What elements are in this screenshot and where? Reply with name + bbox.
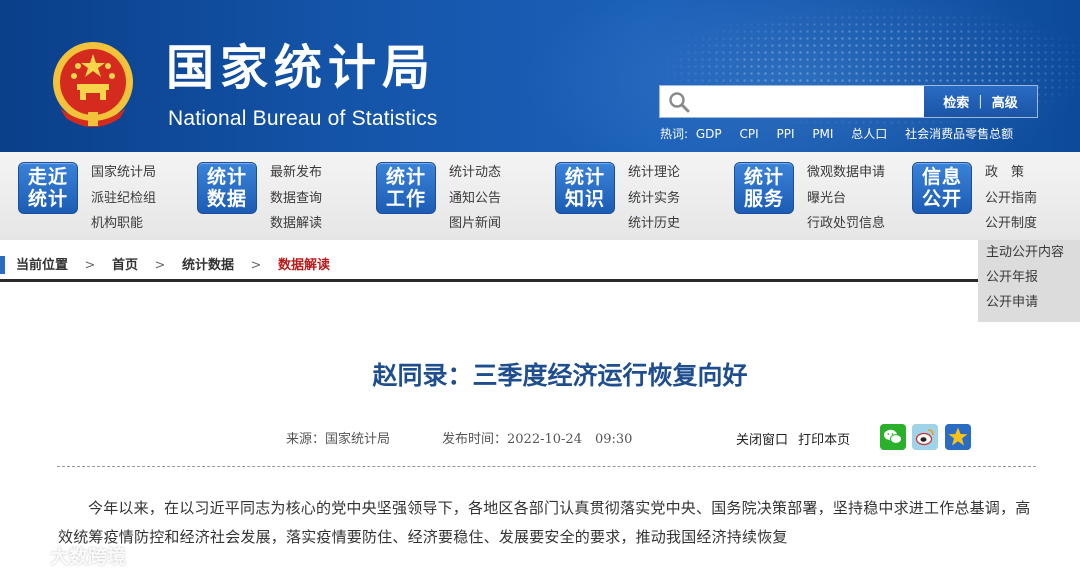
nav-link[interactable]: 政 策 <box>985 160 1037 186</box>
nav-badge-service[interactable]: 统计 服务 <box>734 162 794 214</box>
watermark-text: 大数跨境 <box>50 546 127 568</box>
article-title: 赵同录：三季度经济运行恢复向好 <box>372 361 748 390</box>
advanced-search-button[interactable]: 高级 <box>992 92 1018 111</box>
nav-badge-about[interactable]: 走近 统计 <box>18 162 78 214</box>
nav-link[interactable]: 派驻纪检组 <box>91 186 156 212</box>
hotword-link[interactable]: 总人口 <box>851 127 887 141</box>
nav-link[interactable]: 统计实务 <box>628 186 680 212</box>
breadcrumb-label: 当前位置 <box>16 258 69 273</box>
weibo-share-icon[interactable] <box>912 424 938 450</box>
nav-link[interactable]: 数据解读 <box>270 211 322 237</box>
breadcrumb-stats-data[interactable]: 统计数据 <box>182 258 234 273</box>
nav-badge-disclosure[interactable]: 信息 公开 <box>912 162 972 214</box>
hotwords: 热词: GDP CPI PPI PMI 总人口 社会消费品零售总额 <box>660 125 1027 142</box>
nav-link[interactable]: 统计历史 <box>628 211 680 237</box>
search-input[interactable] <box>696 88 916 116</box>
search-box: 检索 | 高级 <box>659 85 1038 118</box>
article-divider <box>57 466 1036 467</box>
hotword-link[interactable]: GDP <box>696 127 722 141</box>
nav-link[interactable]: 机构职能 <box>91 211 156 237</box>
nav-link[interactable]: 最新发布 <box>270 160 322 186</box>
nav-link[interactable]: 微观数据申请 <box>807 160 885 186</box>
nav-link[interactable]: 通知公告 <box>449 186 501 212</box>
breadcrumb-items: 当前位置 > 首页 > 统计数据 > 数据解读 <box>16 254 330 273</box>
breadcrumb-current[interactable]: 数据解读 <box>278 258 330 273</box>
nav-link[interactable]: 国家统计局 <box>91 160 156 186</box>
nav-link[interactable]: 数据查询 <box>270 186 322 212</box>
nav-links: 微观数据申请 曝光台 行政处罚信息 <box>807 160 885 237</box>
site-header: 国家统计局 National Bureau of Statistics 检索 |… <box>0 0 1080 152</box>
print-page-button[interactable]: 打印本页 <box>798 433 850 448</box>
watermark-logo-icon <box>8 547 33 563</box>
nav-links: 政 策 公开指南 公开制度 <box>985 160 1037 237</box>
article-tools: 关闭窗口 打印本页 <box>736 429 856 448</box>
hotword-link[interactable]: PMI <box>812 127 833 141</box>
nav-link[interactable]: 图片新闻 <box>449 211 501 237</box>
site-subtitle: National Bureau of Statistics <box>168 107 438 130</box>
search-button[interactable]: 检索 <box>943 92 969 111</box>
nav-links: 统计动态 通知公告 图片新闻 <box>449 160 501 237</box>
hotword-link[interactable]: CPI <box>739 127 758 141</box>
dropdown-item[interactable]: 主动公开内容 <box>978 240 1080 265</box>
nav-badge-work[interactable]: 统计 工作 <box>376 162 436 214</box>
nav-links: 统计理论 统计实务 统计历史 <box>628 160 680 237</box>
close-window-button[interactable]: 关闭窗口 <box>736 433 788 448</box>
search-icon[interactable] <box>668 91 690 113</box>
breadcrumb-home[interactable]: 首页 <box>112 258 138 273</box>
breadcrumb-separator: > <box>154 258 166 273</box>
search-buttons: 检索 | 高级 <box>924 86 1037 117</box>
nav-badge-knowledge[interactable]: 统计 知识 <box>555 162 615 214</box>
nav-links: 国家统计局 派驻纪检组 机构职能 <box>91 160 156 237</box>
nav-link[interactable]: 曝光台 <box>807 186 885 212</box>
hotword-link[interactable]: PPI <box>776 127 794 141</box>
breadcrumb-marker <box>0 256 5 274</box>
article-paragraph: 今年以来，在以习近平同志为核心的党中央坚强领导下，各地区各部门认真贯彻落实党中央… <box>58 499 1031 546</box>
wechat-share-icon[interactable] <box>880 424 906 450</box>
article-meta: 来源：国家统计局 发布时间：2022-10-24 09:30 <box>286 428 632 447</box>
article-source: 来源：国家统计局 <box>286 432 391 447</box>
watermark: 大数跨境 <box>8 542 126 572</box>
nav-link[interactable]: 统计动态 <box>449 160 501 186</box>
hotwords-label: 热词: <box>660 127 689 141</box>
dropdown-item[interactable]: 公开申请 <box>978 290 1080 315</box>
hotword-link[interactable]: 社会消费品零售总额 <box>905 127 1013 141</box>
national-emblem-icon[interactable] <box>50 38 136 130</box>
main-nav: 走近 统计 国家统计局 派驻纪检组 机构职能 统计 数据 最新发布 数据查询 数据解… <box>0 152 1080 240</box>
dropdown-item[interactable]: 公开年报 <box>978 265 1080 290</box>
breadcrumb-separator: > <box>84 258 96 273</box>
article-publish-time: 发布时间：2022-10-24 09:30 <box>442 432 633 447</box>
nav-link[interactable]: 公开制度 <box>985 211 1037 237</box>
search-separator: | <box>978 94 983 109</box>
disclosure-dropdown: 主动公开内容 公开年报 公开申请 <box>978 240 1080 322</box>
site-title: 国家统计局 <box>166 40 437 96</box>
nav-link[interactable]: 行政处罚信息 <box>807 211 885 237</box>
nav-links: 最新发布 数据查询 数据解读 <box>270 160 322 237</box>
nav-link[interactable]: 公开指南 <box>985 186 1037 212</box>
breadcrumb-separator: > <box>250 258 262 273</box>
nav-badge-data[interactable]: 统计 数据 <box>197 162 257 214</box>
qzone-share-icon[interactable] <box>945 424 971 450</box>
nav-link[interactable]: 统计理论 <box>628 160 680 186</box>
breadcrumb: 当前位置 > 首页 > 统计数据 > 数据解读 <box>0 240 978 282</box>
